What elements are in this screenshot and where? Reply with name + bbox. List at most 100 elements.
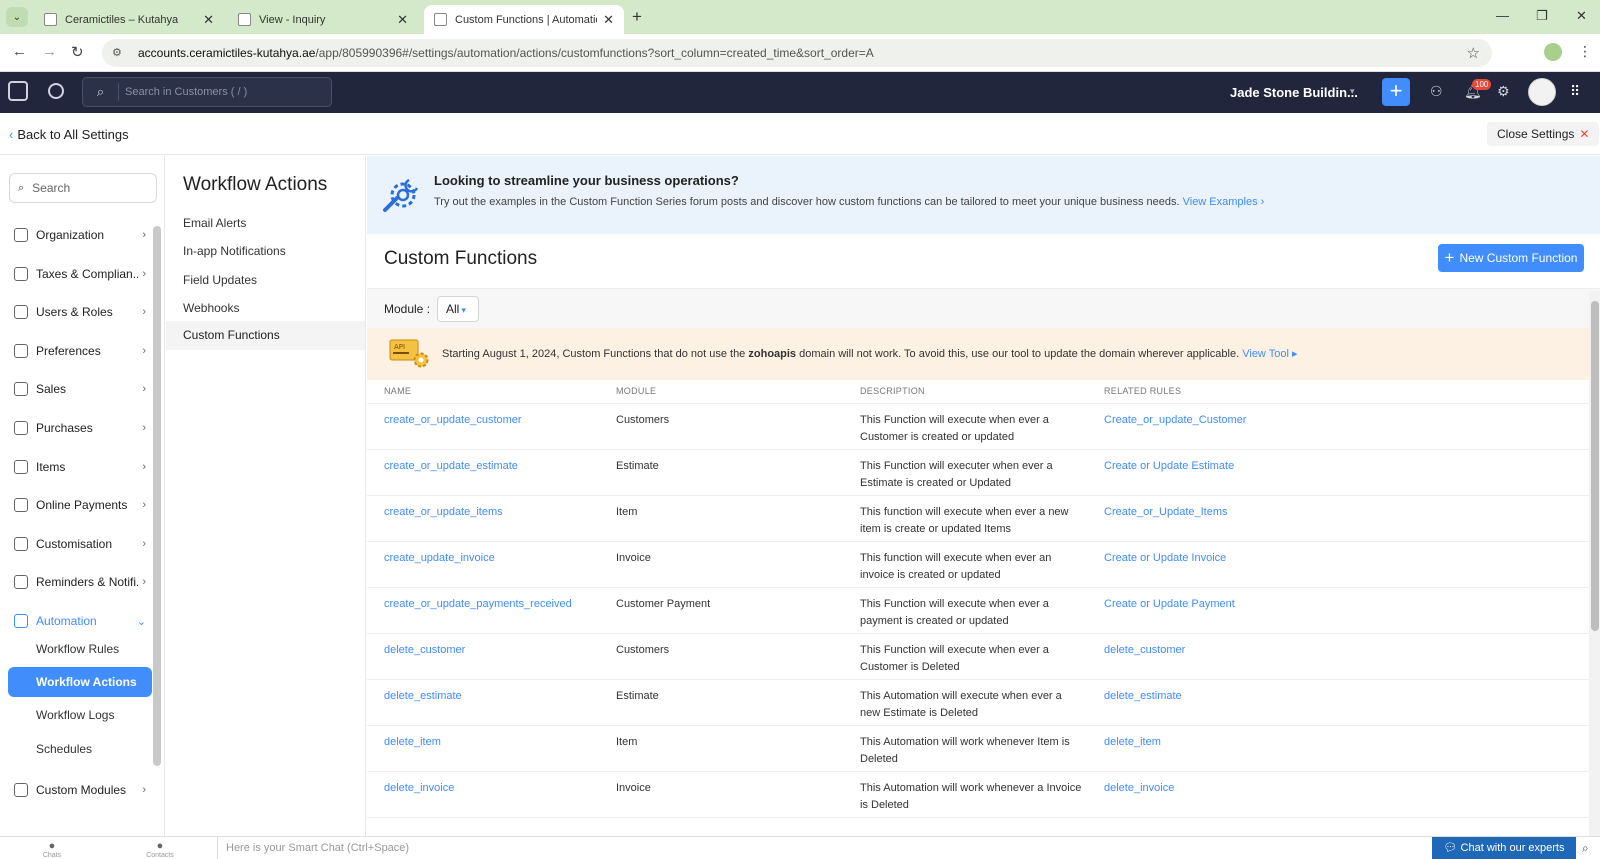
table-row[interactable]: delete_item Item This Automation will work… bbox=[367, 726, 1589, 772]
view-examples-link[interactable]: View Examples › bbox=[1183, 196, 1265, 208]
column-header-description[interactable]: DESCRIPTION bbox=[860, 386, 925, 396]
profile-icon[interactable] bbox=[1544, 43, 1562, 61]
chevron-down-icon[interactable]: ▾ bbox=[1350, 86, 1355, 97]
column-header-name[interactable]: NAME bbox=[384, 386, 411, 396]
description-line: This Function will execute when ever a bbox=[860, 414, 1049, 426]
settings-search-input[interactable]: ⌕ Search bbox=[9, 173, 157, 203]
sidebar-subitem-workflow-logs[interactable]: Workflow Logs bbox=[36, 708, 114, 722]
function-name-link[interactable]: delete_item bbox=[384, 734, 441, 751]
function-name-link[interactable]: delete_customer bbox=[384, 642, 465, 659]
promo-heading: Looking to streamline your business oper… bbox=[434, 173, 739, 188]
chat-with-experts-button[interactable]: 💬︎ Chat with our experts bbox=[1432, 837, 1576, 859]
sidebar-item-sales[interactable]: Sales › bbox=[14, 376, 146, 402]
related-rule-link[interactable]: delete_customer bbox=[1104, 642, 1185, 659]
back-to-settings-link[interactable]: ‹ Back to All Settings bbox=[9, 127, 129, 142]
function-name-link[interactable]: delete_invoice bbox=[384, 780, 454, 797]
forward-arrow-icon[interactable]: → bbox=[42, 43, 57, 60]
settings-sidebar: ⌕ Search Organization › Taxes & Complian.… bbox=[0, 156, 165, 836]
related-rule-link[interactable]: Create or Update Invoice bbox=[1104, 550, 1226, 567]
module-filter-select[interactable]: All ▾ bbox=[437, 296, 479, 322]
restore-icon[interactable]: ❐ bbox=[1536, 8, 1548, 24]
wf-item-custom-functions[interactable]: Custom Functions bbox=[166, 321, 365, 350]
wf-item-email-alerts[interactable]: Email Alerts bbox=[183, 216, 246, 230]
wf-item-in-app-notifications[interactable]: In-app Notifications bbox=[183, 244, 286, 258]
app-logo-icon[interactable] bbox=[8, 81, 28, 101]
bookmark-star-icon[interactable]: ☆ bbox=[1467, 44, 1480, 62]
search-icon[interactable]: ⌕ bbox=[1582, 841, 1589, 856]
site-info-icon[interactable]: ⚙ bbox=[112, 46, 128, 60]
function-name-link[interactable]: create_or_update_items bbox=[384, 504, 503, 521]
avatar[interactable] bbox=[1528, 78, 1556, 106]
table-row[interactable]: create_or_update_payments_received Custom… bbox=[367, 588, 1589, 634]
minimize-icon[interactable]: — bbox=[1496, 8, 1509, 23]
smart-chat-input[interactable]: Here is your Smart Chat (Ctrl+Space) bbox=[217, 837, 1432, 859]
related-rule-link[interactable]: delete_item bbox=[1104, 734, 1161, 751]
global-search-input[interactable]: ⌕ Search in Customers ( / ) bbox=[82, 77, 332, 107]
reload-icon[interactable]: ↻ bbox=[71, 43, 84, 61]
table-row[interactable]: delete_customer Customers This Function wi… bbox=[367, 634, 1589, 680]
sidebar-item-organization[interactable]: Organization › bbox=[14, 222, 146, 248]
sidebar-subitem-workflow-actions[interactable]: Workflow Actions bbox=[8, 667, 152, 697]
sidebar-item-users-roles[interactable]: Users & Roles › bbox=[14, 299, 146, 325]
table-row[interactable]: create_or_update_estimate Estimate This Fu… bbox=[367, 450, 1589, 496]
browser-menu-icon[interactable]: ⋮ bbox=[1578, 43, 1592, 60]
related-rule-link[interactable]: delete_estimate bbox=[1104, 688, 1182, 705]
function-name-link[interactable]: create_update_invoice bbox=[384, 550, 495, 567]
settings-gear-icon[interactable]: ⚙ bbox=[1497, 83, 1510, 100]
tab-close-icon[interactable]: ✕ bbox=[397, 12, 408, 28]
table-row[interactable]: create_or_update_customer Customers This F… bbox=[367, 404, 1589, 450]
sidebar-scrollbar[interactable] bbox=[153, 226, 161, 766]
sidebar-subitem-workflow-rules[interactable]: Workflow Rules bbox=[36, 642, 119, 656]
related-rule-link[interactable]: Create_or_update_Customer bbox=[1104, 412, 1246, 429]
function-name-link[interactable]: create_or_update_payments_received bbox=[384, 596, 572, 613]
wf-item-field-updates[interactable]: Field Updates bbox=[183, 273, 257, 287]
function-name-link[interactable]: create_or_update_estimate bbox=[384, 458, 518, 475]
table-row[interactable]: create_update_invoice Invoice This functio… bbox=[367, 542, 1589, 588]
related-rule-link[interactable]: Create or Update Estimate bbox=[1104, 458, 1234, 475]
back-arrow-icon[interactable]: ← bbox=[12, 43, 27, 60]
sidebar-item-purchases[interactable]: Purchases › bbox=[14, 415, 146, 441]
recent-history-icon[interactable] bbox=[48, 83, 64, 99]
sidebar-item-taxes[interactable]: Taxes & Complian... › bbox=[14, 261, 146, 287]
quick-create-button[interactable]: + bbox=[1382, 78, 1410, 106]
related-rule-link[interactable]: delete_invoice bbox=[1104, 780, 1174, 797]
sidebar-item-items[interactable]: Items › bbox=[14, 454, 146, 480]
close-settings-button[interactable]: Close Settings ✕ bbox=[1487, 122, 1600, 146]
sidebar-item-reminders[interactable]: Reminders & Notifi... › bbox=[14, 569, 146, 595]
related-rule-link[interactable]: Create or Update Payment bbox=[1104, 596, 1235, 613]
main-scrollbar[interactable] bbox=[1589, 291, 1600, 836]
wf-item-webhooks[interactable]: Webhooks bbox=[183, 301, 239, 315]
function-name-link[interactable]: create_or_update_customer bbox=[384, 412, 522, 429]
table-row[interactable]: delete_invoice Invoice This Automation wil… bbox=[367, 772, 1589, 818]
column-header-module[interactable]: MODULE bbox=[616, 386, 656, 396]
sidebar-item-custom-modules[interactable]: Custom Modules › bbox=[14, 777, 146, 803]
new-tab-icon[interactable]: + bbox=[632, 7, 642, 27]
tab-search-chevron-icon[interactable]: ⌄ bbox=[6, 7, 28, 27]
referral-icon[interactable]: ⚇ bbox=[1430, 83, 1443, 100]
column-header-related-rules[interactable]: RELATED RULES bbox=[1104, 386, 1181, 396]
tab-close-icon[interactable]: ✕ bbox=[603, 12, 614, 28]
app-grid-icon[interactable]: ⠿ bbox=[1570, 83, 1580, 100]
new-custom-function-button[interactable]: + New Custom Function bbox=[1438, 244, 1584, 272]
related-rule-link[interactable]: Create_or_Update_Items bbox=[1104, 504, 1228, 521]
url-field[interactable]: ⚙ accounts.ceramictiles-kutahya.ae/app/8… bbox=[102, 39, 1492, 67]
window-close-icon[interactable]: ✕ bbox=[1576, 8, 1587, 24]
browser-tab[interactable]: Ceramictiles – Kutahya ✕ bbox=[34, 5, 224, 34]
chats-button[interactable]: ● Chats bbox=[32, 840, 72, 859]
organization-switcher[interactable]: Jade Stone Buildin... bbox=[1230, 85, 1358, 100]
sidebar-item-online-payments[interactable]: Online Payments › bbox=[14, 492, 146, 518]
scrollbar-thumb[interactable] bbox=[1591, 301, 1599, 631]
function-name-link[interactable]: delete_estimate bbox=[384, 688, 462, 705]
sidebar-item-preferences[interactable]: Preferences › bbox=[14, 338, 146, 364]
table-row[interactable]: delete_estimate Estimate This Automation w… bbox=[367, 680, 1589, 726]
browser-tab-active[interactable]: Custom Functions | Automatio ✕ bbox=[424, 5, 624, 34]
search-icon[interactable]: ⌕ bbox=[83, 83, 119, 101]
sidebar-item-automation[interactable]: Automation ⌄ bbox=[14, 608, 146, 634]
browser-tab[interactable]: View - Inquiry ✕ bbox=[228, 5, 418, 34]
sidebar-item-customisation[interactable]: Customisation › bbox=[14, 531, 146, 557]
sidebar-subitem-schedules[interactable]: Schedules bbox=[36, 742, 92, 756]
tab-close-icon[interactable]: ✕ bbox=[203, 12, 214, 28]
table-row[interactable]: create_or_update_items Item This function … bbox=[367, 496, 1589, 542]
contacts-button[interactable]: ● Contacts bbox=[140, 840, 180, 859]
view-tool-link[interactable]: View Tool ▸ bbox=[1242, 348, 1297, 360]
